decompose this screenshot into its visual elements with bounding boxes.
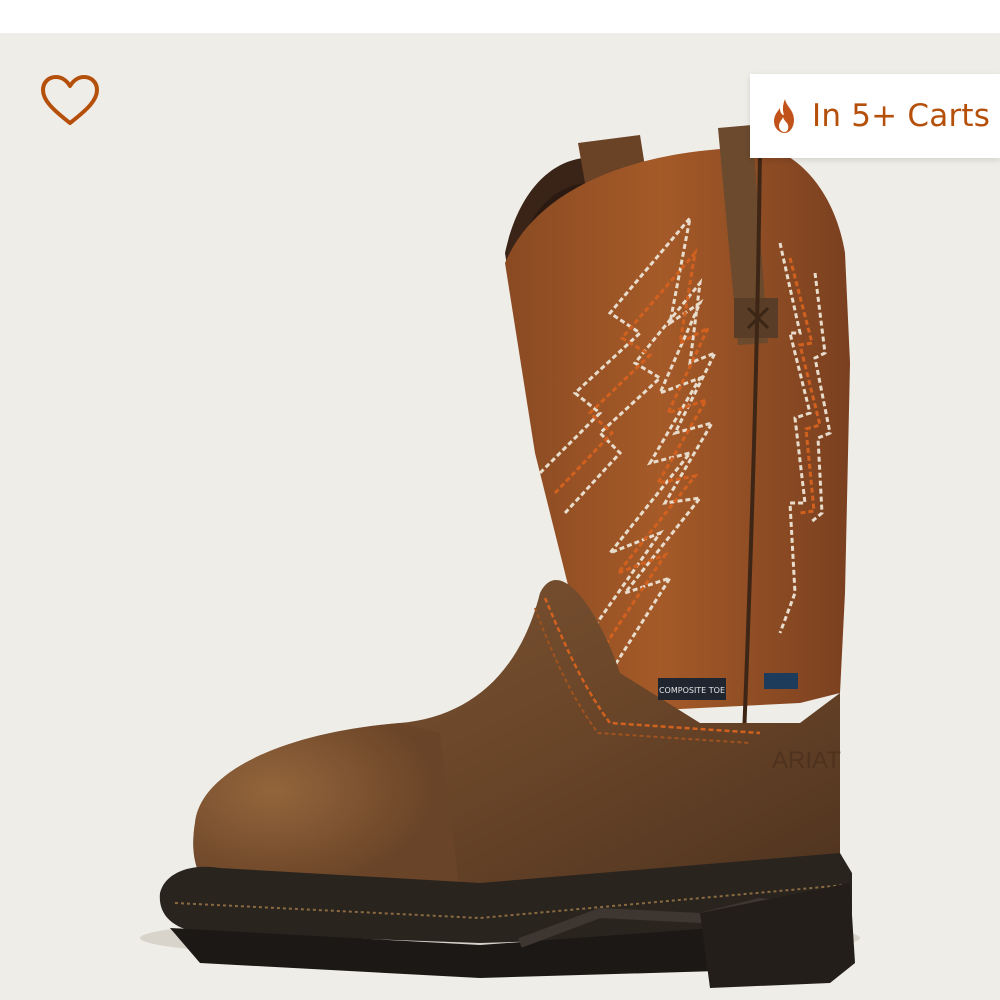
in-carts-badge: In 5+ Carts	[750, 74, 1000, 158]
product-image-container[interactable]: COMPOSITE TOE ARIAT In 5+ Carts	[0, 33, 1000, 1000]
product-image: COMPOSITE TOE ARIAT	[140, 125, 860, 988]
svg-text:ARIAT: ARIAT	[772, 747, 841, 774]
svg-text:COMPOSITE TOE: COMPOSITE TOE	[659, 686, 725, 695]
heart-outline-icon	[41, 75, 99, 125]
favorite-button[interactable]	[38, 73, 102, 129]
flame-icon	[774, 99, 794, 133]
badge-label: In 5+ Carts	[812, 98, 991, 134]
